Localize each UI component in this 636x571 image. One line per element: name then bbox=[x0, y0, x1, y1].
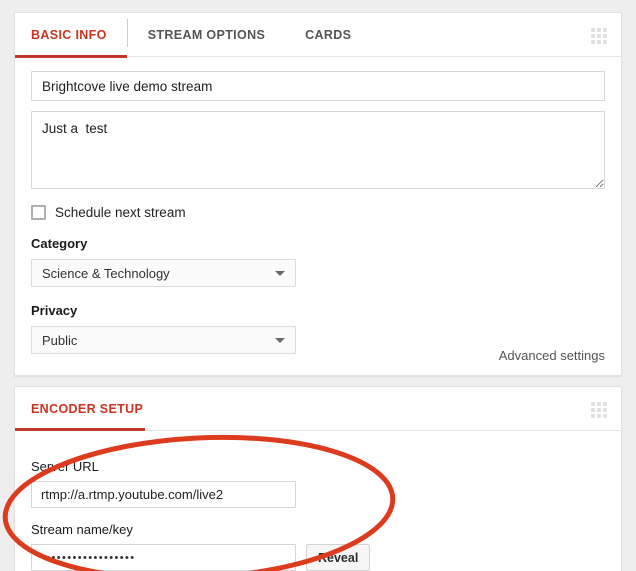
drag-handle-icon[interactable] bbox=[591, 402, 607, 418]
server-url-label: Server URL bbox=[31, 459, 99, 474]
encoder-setup-active-underline bbox=[15, 428, 145, 431]
stream-key-label: Stream name/key bbox=[31, 522, 133, 537]
schedule-next-stream-label: Schedule next stream bbox=[55, 205, 186, 220]
page-root: BASIC INFO STREAM OPTIONS CARDS Schedule… bbox=[0, 0, 636, 571]
tab-cards[interactable]: CARDS bbox=[285, 13, 371, 57]
tab-stream-options[interactable]: STREAM OPTIONS bbox=[128, 13, 285, 57]
tab-basic-info[interactable]: BASIC INFO bbox=[15, 13, 127, 58]
category-select[interactable]: Science & Technology bbox=[31, 259, 296, 287]
stream-description-textarea[interactable] bbox=[31, 111, 605, 189]
privacy-select[interactable]: Public bbox=[31, 326, 296, 354]
tab-list: BASIC INFO STREAM OPTIONS CARDS bbox=[15, 13, 621, 58]
stream-key-input[interactable] bbox=[31, 544, 296, 571]
tab-basic-info-label: BASIC INFO bbox=[31, 28, 107, 42]
category-select-value: Science & Technology bbox=[42, 265, 170, 281]
basic-info-card: BASIC INFO STREAM OPTIONS CARDS Schedule… bbox=[14, 12, 622, 376]
chevron-down-icon bbox=[275, 338, 285, 343]
stream-title-input[interactable] bbox=[31, 71, 605, 101]
tab-cards-label: CARDS bbox=[305, 28, 352, 42]
schedule-next-stream-row[interactable]: Schedule next stream bbox=[31, 205, 605, 220]
encoder-setup-card: ENCODER SETUP Server URL Stream name/key… bbox=[14, 386, 622, 571]
advanced-settings-link[interactable]: Advanced settings bbox=[499, 348, 605, 363]
encoder-setup-body: Server URL Stream name/key Reveal bbox=[15, 431, 621, 571]
encoder-setup-title: ENCODER SETUP bbox=[31, 401, 144, 416]
drag-handle-icon[interactable] bbox=[591, 28, 607, 44]
server-url-input[interactable] bbox=[31, 481, 296, 508]
privacy-label: Privacy bbox=[31, 303, 78, 318]
stream-key-row: Reveal bbox=[31, 537, 605, 571]
schedule-next-stream-checkbox[interactable] bbox=[31, 205, 46, 220]
basic-info-body: Schedule next stream Category Science & … bbox=[15, 57, 621, 354]
tab-strip: BASIC INFO STREAM OPTIONS CARDS bbox=[15, 13, 621, 58]
privacy-select-value: Public bbox=[42, 332, 78, 348]
tab-stream-options-label: STREAM OPTIONS bbox=[147, 28, 266, 42]
category-label: Category bbox=[31, 236, 88, 251]
reveal-stream-key-button[interactable]: Reveal bbox=[306, 544, 371, 571]
encoder-setup-header: ENCODER SETUP bbox=[15, 387, 621, 431]
chevron-down-icon bbox=[275, 271, 285, 276]
